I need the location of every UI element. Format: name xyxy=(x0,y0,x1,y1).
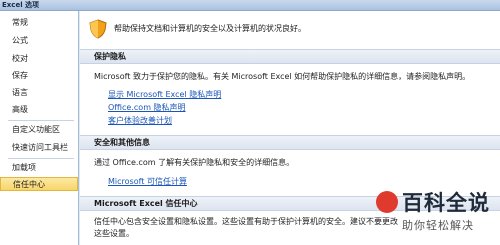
watermark: 百科全说 助你轻松解决 xyxy=(372,183,500,245)
link-privacy-statement[interactable]: 显示 Microsoft Excel 隐私声明 xyxy=(108,89,221,100)
watermark-title: 百科全说 xyxy=(402,191,490,215)
window-title: Excel 选项 xyxy=(2,1,40,9)
sidebar-item-quick-access-toolbar[interactable]: 快速访问工具栏 xyxy=(0,141,78,155)
section-header-security: 安全和其他信息 xyxy=(80,135,500,150)
link-trustworthy-computing[interactable]: Microsoft 可信任计算 xyxy=(108,176,187,187)
sidebar-item-save[interactable]: 保存 xyxy=(0,69,78,83)
sidebar-item-formulas[interactable]: 公式 xyxy=(0,34,78,48)
link-ceip[interactable]: 客户体验改善计划 xyxy=(108,115,172,126)
watermark-subtitle: 助你轻松解决 xyxy=(402,219,474,232)
sidebar-item-add-ins[interactable]: 加载项 xyxy=(0,161,78,175)
sidebar: 常规 公式 校对 保存 语言 高级 自定义功能区 快速访问工具栏 加载项 信任中… xyxy=(0,11,79,245)
trust-center-text-line1: 信任中心包含安全设置和隐私设置。这些设置有助于保护计算机的安全。建议不要更改 xyxy=(94,217,398,226)
security-text: 通过 Office.com 了解有关保护隐私和安全的详细信息。 xyxy=(94,158,295,167)
sidebar-divider xyxy=(8,158,74,159)
title-bar: Excel 选项 xyxy=(0,0,500,11)
sidebar-item-proofing[interactable]: 校对 xyxy=(0,52,78,66)
shield-icon xyxy=(89,19,107,39)
watermark-logo-icon xyxy=(376,191,398,213)
sidebar-item-language[interactable]: 语言 xyxy=(0,86,78,100)
sidebar-item-advanced[interactable]: 高级 xyxy=(0,103,78,117)
sidebar-item-customize-ribbon[interactable]: 自定义功能区 xyxy=(0,123,78,137)
sidebar-divider xyxy=(8,120,74,121)
sidebar-item-trust-center[interactable]: 信任中心 xyxy=(0,177,78,191)
section-header-privacy: 保护隐私 xyxy=(80,49,500,64)
link-office-privacy[interactable]: Office.com 隐私声明 xyxy=(108,102,186,113)
privacy-text: Microsoft 致力于保护您的隐私。有关 Microsoft Excel 如… xyxy=(94,72,471,81)
intro-row: 帮助保持文档和计算机的安全以及计算机的状况良好。 xyxy=(88,17,488,41)
intro-text: 帮助保持文档和计算机的安全以及计算机的状况良好。 xyxy=(114,24,306,33)
trust-center-text-line2: 这些设置。 xyxy=(94,229,134,238)
sidebar-item-general[interactable]: 常规 xyxy=(0,16,78,30)
